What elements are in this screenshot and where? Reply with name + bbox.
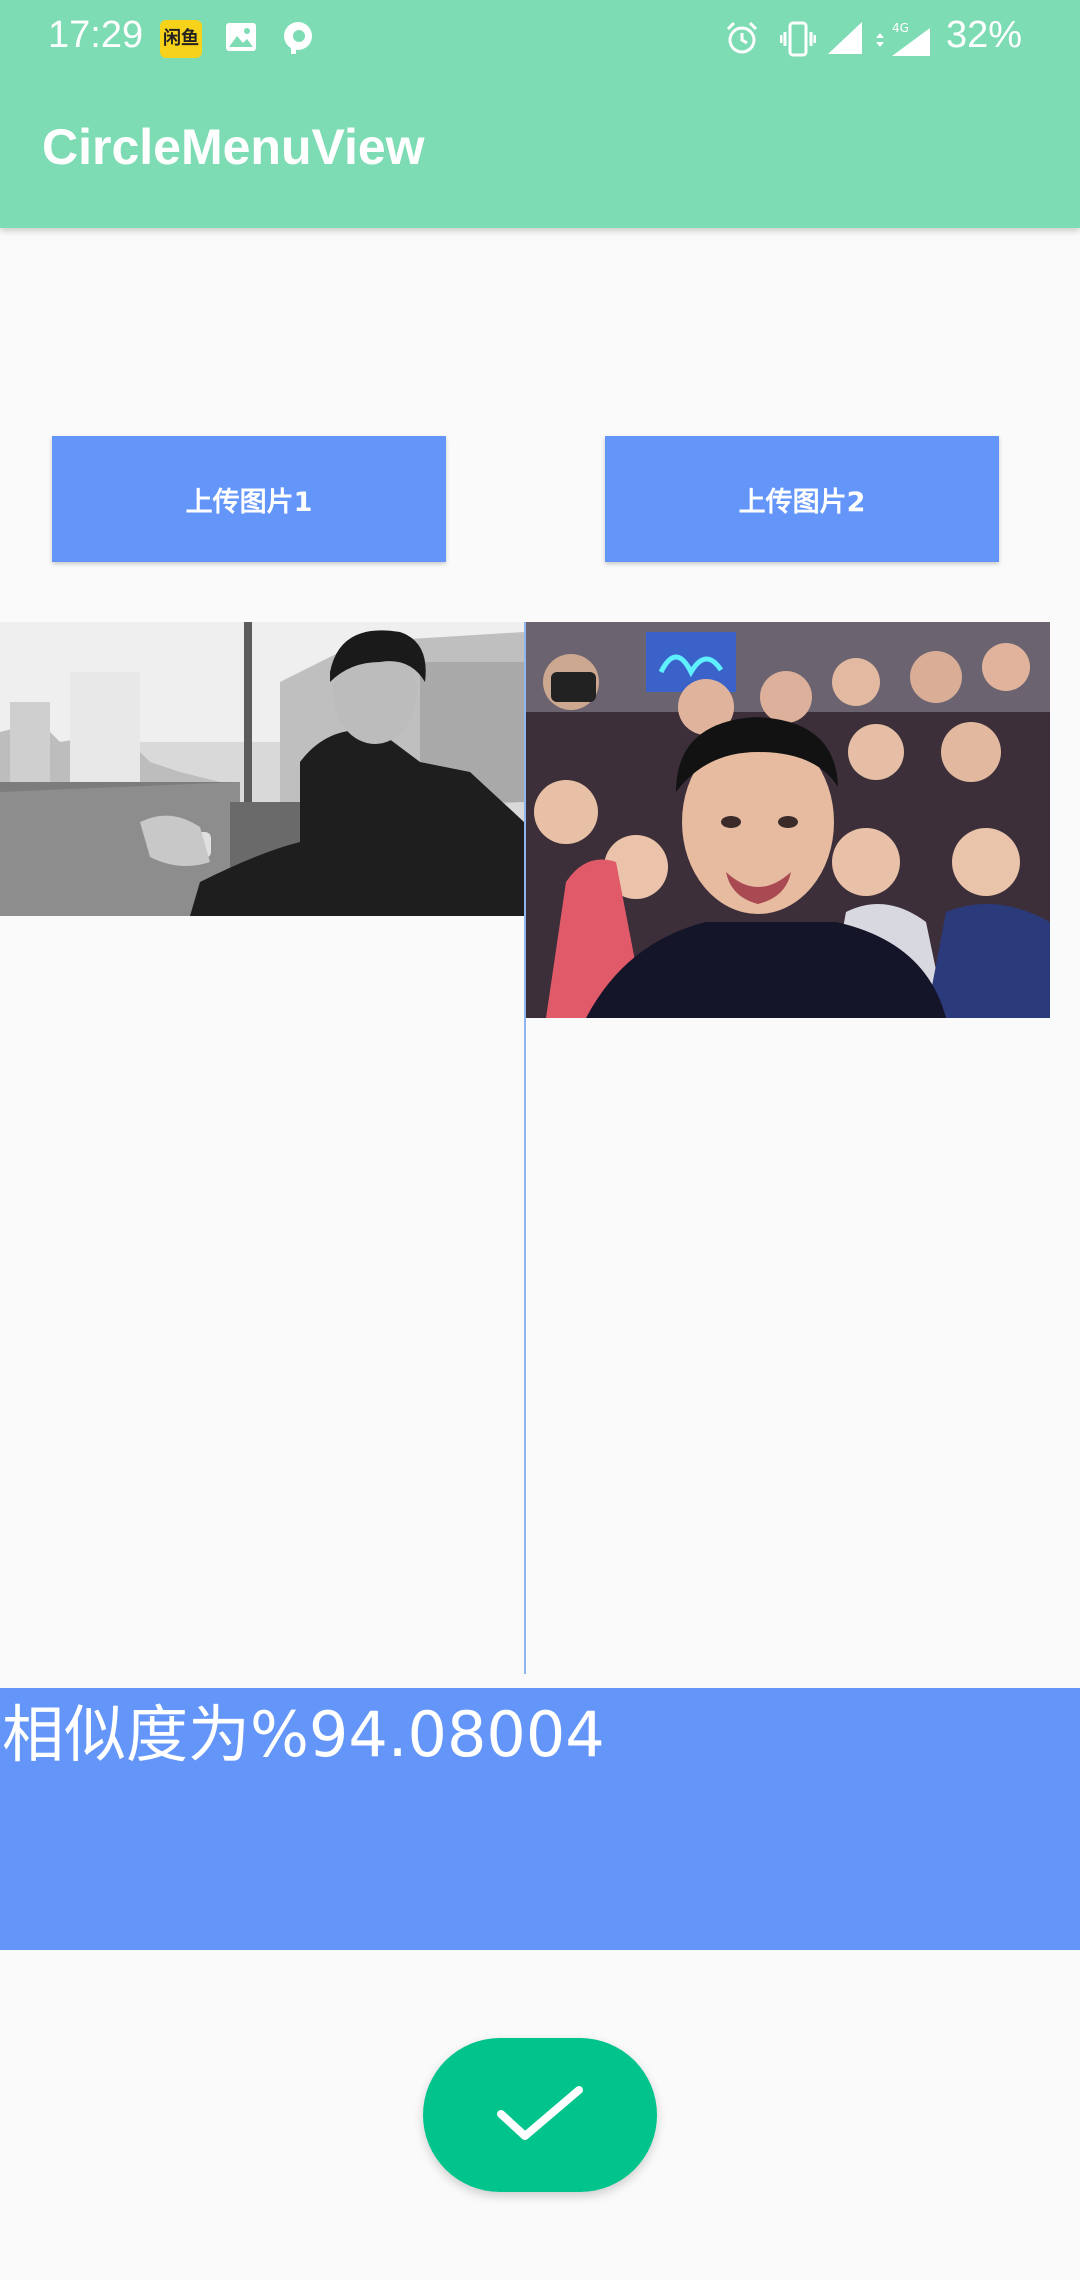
check-icon [495,2084,585,2147]
status-time: 17:29 [48,14,144,56]
upload-image-2-button[interactable]: 上传图片2 [605,436,999,562]
similarity-result-text: 相似度为%94.08004 [2,1698,605,1771]
app-bar: 17:29 闲鱼 4G 32% CircleMenuView [0,0,1080,228]
alarm-icon [724,20,760,60]
image-icon [224,20,258,58]
battery-level: 32% [946,14,1023,56]
compare-fab-button[interactable] [423,2038,657,2192]
divider-line [524,622,526,1674]
similarity-result-panel: 相似度为%94.08004 [0,1688,1080,1950]
xianyu-app-icon: 闲鱼 [160,20,202,58]
uploaded-image-2 [526,622,1050,1018]
upload-image-1-button[interactable]: 上传图片1 [52,436,446,562]
screen: 17:29 闲鱼 4G 32% CircleMenuView 上传图片1 上传图… [0,0,1080,2280]
vibrate-icon [779,20,817,62]
uploaded-image-1 [0,622,524,916]
svg-text:4G: 4G [892,21,909,35]
4g-signal-icon: 4G [872,20,932,62]
signal-icon [826,20,864,60]
p-app-icon [282,20,314,60]
app-title: CircleMenuView [42,119,425,175]
